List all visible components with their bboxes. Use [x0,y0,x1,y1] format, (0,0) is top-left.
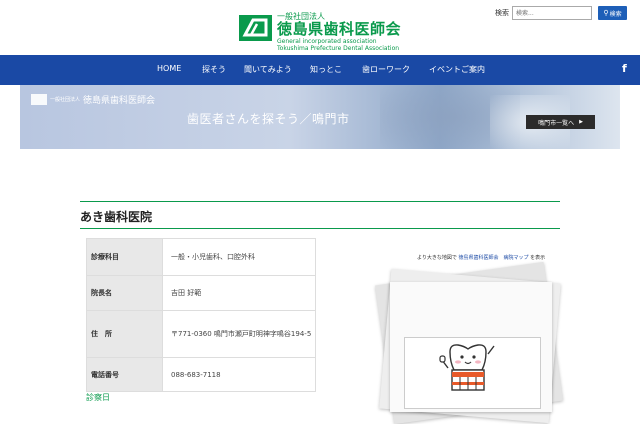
table-row: 住 所 〒771-0360 鳴門市瀬戸町明神字鳴谷194-5 [86,310,316,358]
title-divider-top [80,201,560,202]
table-row: 院長名 吉田 好範 [86,275,316,311]
nav-item-hellowork[interactable]: 歯ローワーク [362,64,410,75]
map-note: より大きな地図で 徳島県歯科医師会 病院マップ を表示 [417,254,545,261]
row-label: 診療科目 [86,238,163,276]
tooth-mascot-icon [436,342,500,404]
facebook-icon[interactable]: f [622,62,627,75]
row-label: 電話番号 [86,357,163,392]
logo-en-line1: General incorporated association [277,38,377,45]
city-list-button[interactable]: 鳴門市一覧へ ▶ [526,115,595,129]
search-icon: ⚲ [603,9,609,17]
row-value: 〒771-0360 鳴門市瀬戸町明神字鳴谷194-5 [162,310,316,358]
row-value: 一般・小児歯科、口腔外科 [162,238,316,276]
map-note-suffix: を表示 [530,255,546,261]
search-form: 検索 ⚲ 検索 [495,6,627,20]
banner-logo-name: 徳島県歯科医師会 [83,96,156,106]
clinic-name: あき歯科医院 [80,210,153,224]
nav-item-events[interactable]: イベントご案内 [429,64,485,75]
site-header: 一般社団法人 徳島県歯科医師会 General incorporated ass… [0,0,640,55]
page-title: 歯医者さんを探そう／鳴門市 [187,112,350,126]
nav-item-know[interactable]: 知っとこ [310,64,342,75]
clinic-info-table: 診療科目 一般・小児歯科、口腔外科 院長名 吉田 好範 住 所 〒771-036… [86,238,316,392]
logo-en-line2: Tokushima Prefecture Dental Association [277,45,400,52]
banner-logo-small: 一般社団法人 [50,97,81,103]
map-note-prefix: より大きな地図で [417,255,457,261]
table-row: 電話番号 088-683-7118 [86,357,316,392]
row-value: 吉田 好範 [162,275,316,311]
main-nav: HOME 探そう 聞いてみよう 知っとこ 歯ローワーク イベントご案内 f [0,55,640,85]
nav-item-search[interactable]: 探そう [202,64,226,75]
table-row: 診療科目 一般・小児歯科、口腔外科 [86,238,316,276]
search-input[interactable] [512,6,592,20]
logo-mark-icon [239,15,272,41]
page-banner: 一般社団法人 徳島県歯科医師会 歯医者さんを探そう／鳴門市 鳴門市一覧へ ▶ [20,85,620,149]
logo-title: 徳島県歯科医師会 [277,20,402,38]
row-label: 院長名 [86,275,163,311]
search-label: 検索 [495,9,509,17]
title-divider-bottom [80,228,560,229]
schedule-heading: 診察日 [86,393,110,402]
city-list-button-label: 鳴門市一覧へ [538,119,575,127]
row-label: 住 所 [86,310,163,358]
nav-item-ask[interactable]: 聞いてみよう [244,64,292,75]
search-button[interactable]: ⚲ 検索 [598,6,627,20]
map-link[interactable]: 徳島県歯科医師会 病院マップ [459,255,529,261]
nav-item-home[interactable]: HOME [157,64,181,73]
arrow-right-icon: ▶ [579,119,583,125]
row-value: 088-683-7118 [162,357,316,392]
banner-logo: 一般社団法人 徳島県歯科医師会 [31,93,155,106]
site-logo[interactable]: 一般社団法人 徳島県歯科医師会 General incorporated ass… [239,12,401,52]
banner-logo-mark-icon [31,94,47,105]
search-button-label: 検索 [609,10,622,18]
